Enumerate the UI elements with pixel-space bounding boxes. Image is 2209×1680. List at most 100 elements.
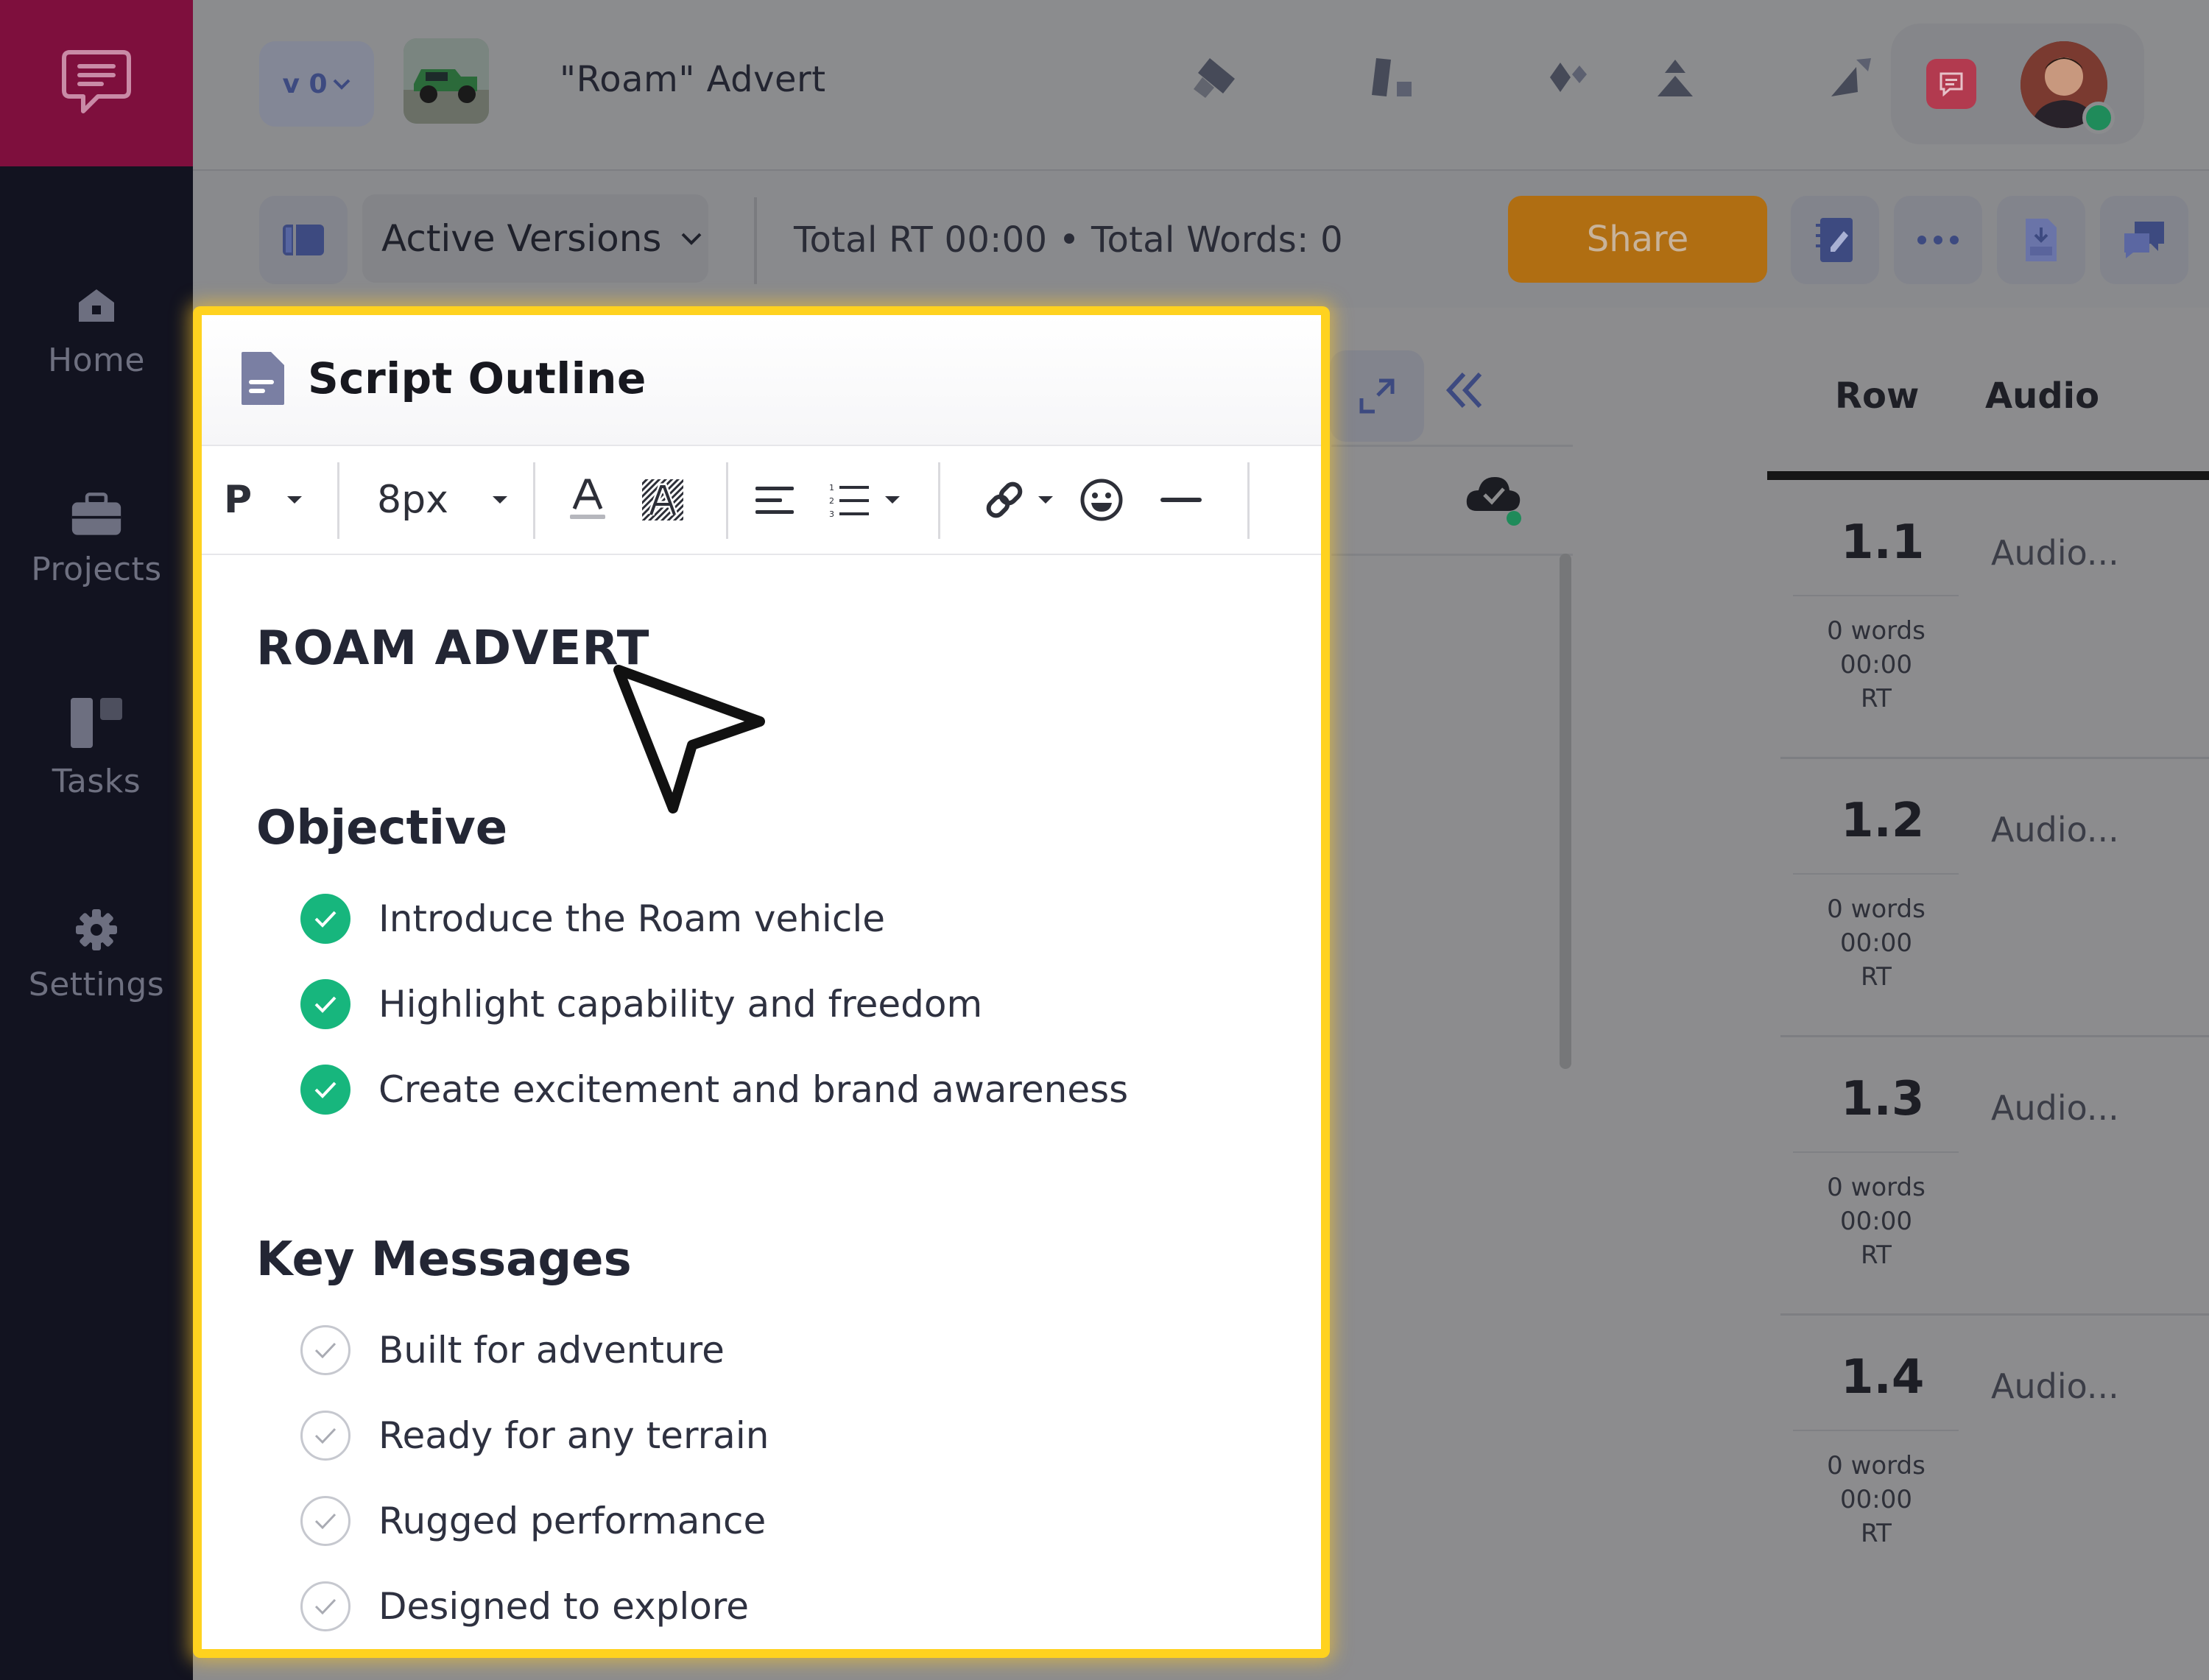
row-audio-cell[interactable]: Audio... <box>1991 810 2119 850</box>
list-item[interactable]: Rugged performance <box>300 1492 766 1550</box>
sidebar: Home Projects Tasks Settings <box>0 0 193 1680</box>
row-words: 0 words <box>1827 1173 1926 1202</box>
unchecked-icon[interactable] <box>300 1325 350 1375</box>
list-item-text: Built for adventure <box>378 1329 725 1372</box>
divider <box>938 462 940 539</box>
list-style-dropdown[interactable]: 1 2 3 <box>829 467 901 533</box>
panel-toggle-icon <box>283 225 324 255</box>
unchecked-icon[interactable] <box>300 1581 350 1631</box>
svg-text:2: 2 <box>829 496 834 506</box>
sidebar-item-projects[interactable]: Projects <box>0 489 193 614</box>
script-outline-header: Script Outline <box>202 315 1321 446</box>
font-size-dropdown[interactable]: 8px <box>377 467 509 533</box>
caret-down-icon <box>885 496 900 504</box>
project-title: "Roam" Advert <box>560 59 826 100</box>
emoji-icon <box>1080 479 1123 521</box>
version-dropdown[interactable]: v 0 <box>259 41 374 127</box>
key-messages-heading[interactable]: Key Messages <box>256 1232 632 1287</box>
active-versions-dropdown[interactable]: Active Versions <box>362 194 708 283</box>
truck-thumbnail-icon <box>404 38 489 124</box>
align-left-button[interactable] <box>754 467 795 533</box>
document-title[interactable]: ROAM ADVERT <box>256 621 649 676</box>
unchecked-icon[interactable] <box>300 1496 350 1546</box>
unchecked-icon[interactable] <box>300 1411 350 1461</box>
row-audio-cell[interactable]: Audio... <box>1991 1088 2119 1128</box>
diamond-tool-icon[interactable] <box>1543 52 1595 103</box>
board-icon <box>67 693 126 752</box>
row-audio-cell[interactable]: Audio... <box>1991 1366 2119 1406</box>
objective-heading[interactable]: Objective <box>256 801 507 855</box>
script-toolbar: Active Versions Total RT 00:00 • Total W… <box>193 169 2209 308</box>
insert-link-dropdown[interactable] <box>982 467 1054 533</box>
text-color-icon <box>570 479 605 519</box>
paragraph-style-dropdown[interactable]: P <box>224 467 303 533</box>
comments-panel-button[interactable] <box>2100 196 2188 284</box>
numbered-list-icon: 1 2 3 <box>829 483 869 518</box>
send-tool-icon[interactable] <box>1825 52 1876 103</box>
divider <box>1331 445 1573 447</box>
svg-text:1: 1 <box>829 483 834 493</box>
notes-button[interactable] <box>1791 196 1879 284</box>
list-item[interactable]: Create excitement and brand awareness <box>300 1060 1128 1119</box>
share-button[interactable]: Share <box>1508 196 1767 283</box>
row-runtime: 00:00 RT <box>1840 928 1912 992</box>
list-item[interactable]: Highlight capability and freedom <box>300 975 982 1034</box>
row-audio-cell[interactable]: Audio... <box>1991 533 2119 573</box>
layers-tool-icon[interactable] <box>1649 52 1701 103</box>
sidebar-item-settings[interactable]: Settings <box>0 904 193 1029</box>
home-icon <box>71 280 122 331</box>
emoji-button[interactable] <box>1079 467 1124 533</box>
checked-icon[interactable] <box>300 894 350 944</box>
editor-toolbar: P 8px 1 2 3 <box>202 446 1321 555</box>
comments-button[interactable] <box>1926 59 1976 109</box>
briefcase-icon <box>71 489 122 540</box>
row-separator <box>1780 1313 2209 1316</box>
mouse-cursor-icon <box>613 663 775 827</box>
export-pdf-button[interactable] <box>1997 196 2085 284</box>
list-item[interactable]: Designed to explore <box>300 1577 749 1636</box>
list-item-text: Designed to explore <box>378 1585 750 1628</box>
comment-icon <box>1940 72 1963 96</box>
list-item[interactable]: Ready for any terrain <box>300 1406 769 1465</box>
chat-bubbles-icon <box>2124 222 2164 258</box>
list-item-text: Introduce the Roam vehicle <box>378 897 886 940</box>
shapes-tool-icon[interactable] <box>1367 52 1418 103</box>
text-color-button[interactable] <box>567 467 608 533</box>
checked-icon[interactable] <box>300 979 350 1029</box>
sidebar-item-tasks[interactable]: Tasks <box>0 693 193 819</box>
row-meta: 0 words 00:00 RT <box>1825 1171 1928 1272</box>
divider <box>1247 462 1250 539</box>
checked-icon[interactable] <box>300 1065 350 1115</box>
sidebar-item-home[interactable]: Home <box>0 280 193 405</box>
expand-icon <box>1359 378 1395 414</box>
version-label: v 0 <box>282 68 328 99</box>
document-icon <box>239 350 287 409</box>
caret-down-icon <box>492 496 507 504</box>
app-logo[interactable] <box>0 0 193 166</box>
highlight-color-button[interactable] <box>641 467 685 533</box>
highlight-icon <box>642 479 683 520</box>
divider <box>337 462 339 539</box>
pencil-tool-icon[interactable] <box>1188 52 1240 103</box>
row-runtime: 00:00 RT <box>1840 1207 1912 1270</box>
toggle-panel-button[interactable] <box>259 196 348 284</box>
paragraph-style-value: P <box>224 478 253 522</box>
scrollbar[interactable] <box>1560 554 1571 1069</box>
list-item[interactable]: Introduce the Roam vehicle <box>300 889 885 948</box>
more-options-button[interactable] <box>1894 196 1982 284</box>
horizontal-rule-button[interactable] <box>1159 467 1203 533</box>
list-item[interactable]: Built for adventure <box>300 1321 725 1380</box>
collapse-left-icon[interactable] <box>1442 368 1486 415</box>
row-separator <box>1780 757 2209 759</box>
top-header: v 0 "Roam" Advert <box>193 0 2209 169</box>
column-header-audio: Audio <box>1985 375 2100 417</box>
expand-button[interactable] <box>1330 350 1424 442</box>
font-size-value: 8px <box>377 478 448 522</box>
divider <box>533 462 535 539</box>
align-left-icon <box>755 487 794 514</box>
list-item-text: Highlight capability and freedom <box>378 983 983 1026</box>
divider <box>1793 873 1959 875</box>
row-runtime: 00:00 RT <box>1840 1485 1912 1548</box>
project-thumbnail[interactable] <box>404 38 489 124</box>
divider <box>1331 554 1573 556</box>
